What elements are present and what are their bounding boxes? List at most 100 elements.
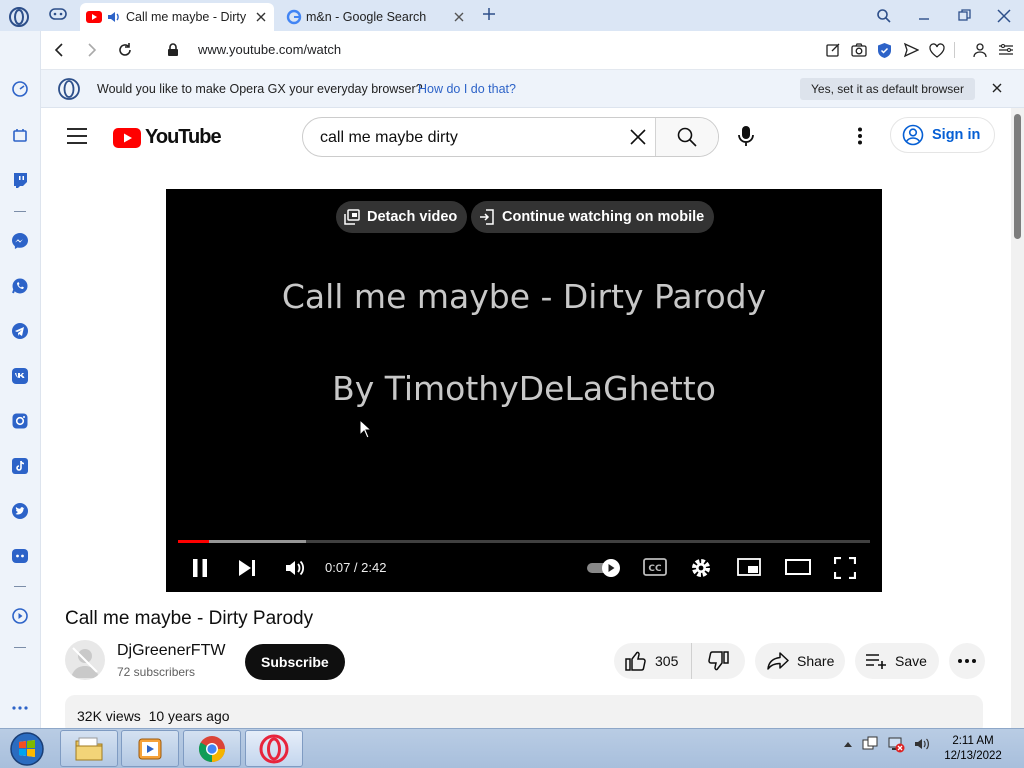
- instagram-icon[interactable]: [10, 411, 30, 431]
- save-button[interactable]: Save: [855, 643, 939, 679]
- progress-bar[interactable]: [178, 540, 870, 543]
- start-button[interactable]: [4, 730, 50, 768]
- youtube-logo[interactable]: YouTube: [113, 126, 222, 149]
- volume-button[interactable]: [284, 557, 306, 579]
- thumbs-up-icon: [625, 651, 646, 671]
- mouse-cursor-icon: [359, 419, 373, 439]
- close-infobar-icon[interactable]: [991, 82, 1003, 94]
- captions-button[interactable]: CC: [643, 557, 667, 577]
- clock[interactable]: 2:11 AM 12/13/2022: [940, 734, 1006, 764]
- minimize-icon[interactable]: [904, 0, 944, 31]
- shield-icon[interactable]: [876, 40, 893, 60]
- opera-icon[interactable]: [245, 730, 303, 767]
- speaker-icon[interactable]: [106, 9, 122, 25]
- reload-icon[interactable]: [115, 40, 135, 60]
- gx-corner-icon[interactable]: [10, 125, 30, 145]
- subscriber-count: 72 subscribers: [117, 665, 196, 679]
- pause-button[interactable]: [190, 557, 210, 579]
- description-box[interactable]: 32K views 10 years ago: [65, 695, 983, 728]
- like-dislike-group: 305: [614, 643, 745, 679]
- sign-in-button[interactable]: Sign in: [890, 117, 996, 153]
- page-scrollbar[interactable]: [1011, 108, 1024, 728]
- heart-icon[interactable]: [928, 40, 945, 60]
- dislike-button[interactable]: [692, 651, 744, 671]
- whatsapp-icon[interactable]: [10, 276, 30, 296]
- hamburger-menu-icon[interactable]: [67, 128, 87, 144]
- search-box[interactable]: call me maybe dirty: [302, 117, 719, 157]
- settings-button[interactable]: [690, 557, 712, 579]
- fullscreen-button[interactable]: [834, 557, 856, 579]
- explorer-icon[interactable]: [60, 730, 118, 767]
- more-actions-button[interactable]: [949, 643, 985, 679]
- send-icon[interactable]: [902, 40, 919, 60]
- back-icon[interactable]: [49, 40, 69, 60]
- speed-dial-icon[interactable]: [10, 79, 30, 99]
- share-button[interactable]: Share: [755, 643, 845, 679]
- microphone-icon[interactable]: [735, 125, 757, 147]
- profile-icon[interactable]: [971, 40, 988, 60]
- more-icon[interactable]: [10, 698, 30, 718]
- network-icon[interactable]: [887, 735, 905, 753]
- like-count: 305: [655, 653, 679, 669]
- gamepad-icon[interactable]: [48, 6, 70, 24]
- miniplayer-button[interactable]: [737, 557, 761, 577]
- clock-time: 2:11 AM: [952, 735, 994, 747]
- new-tab-icon[interactable]: [481, 6, 497, 22]
- pause-icon: [193, 559, 207, 577]
- easy-setup-icon[interactable]: [824, 40, 841, 60]
- continue-mobile-button[interactable]: Continue watching on mobile: [471, 201, 715, 233]
- autoplay-toggle[interactable]: [585, 557, 623, 579]
- player-icon[interactable]: [10, 606, 30, 626]
- video-player[interactable]: Detach video Continue watching on mobile…: [166, 189, 882, 592]
- telegram-icon[interactable]: [10, 321, 30, 341]
- easy-setup-menu-icon[interactable]: [997, 40, 1014, 60]
- twitter-icon[interactable]: [10, 501, 30, 521]
- chrome-icon[interactable]: [183, 730, 241, 767]
- detach-label: Detach video: [367, 209, 458, 225]
- search-tabs-icon[interactable]: [864, 0, 904, 31]
- tab-youtube[interactable]: Call me maybe - Dirty P: [80, 3, 274, 31]
- forward-icon[interactable]: [82, 40, 102, 60]
- like-button[interactable]: 305: [614, 643, 692, 679]
- youtube-icon: [86, 11, 102, 23]
- opera-menu-icon[interactable]: [8, 6, 30, 28]
- detach-video-button[interactable]: Detach video: [336, 201, 468, 233]
- lock-icon[interactable]: [163, 40, 183, 60]
- action-center-icon[interactable]: [861, 735, 879, 753]
- settings-menu-icon[interactable]: [857, 127, 863, 145]
- next-button[interactable]: [237, 557, 257, 579]
- how-link[interactable]: How do I do that?: [418, 82, 516, 96]
- share-icon: [767, 652, 789, 670]
- continue-mobile-label: Continue watching on mobile: [502, 209, 705, 225]
- restore-icon[interactable]: [944, 0, 984, 31]
- search-button[interactable]: [655, 118, 718, 156]
- svg-text:CC: CC: [648, 564, 662, 574]
- tab-title: Call me maybe - Dirty P: [126, 10, 248, 24]
- close-tab-icon[interactable]: [452, 10, 466, 24]
- camera-icon[interactable]: [850, 40, 867, 60]
- tab-google[interactable]: m&n - Google Search: [280, 3, 472, 31]
- opera-sidebar: [0, 31, 41, 728]
- vk-icon[interactable]: [10, 366, 30, 386]
- volume-tray-icon[interactable]: [913, 735, 931, 753]
- channel-name[interactable]: DjGreenerFTW: [117, 642, 225, 660]
- scrollbar-thumb[interactable]: [1014, 114, 1021, 239]
- twitch-icon[interactable]: [10, 170, 30, 190]
- subscribe-button[interactable]: Subscribe: [245, 644, 345, 680]
- close-tab-icon[interactable]: [254, 10, 268, 24]
- discord-icon[interactable]: [10, 546, 30, 566]
- url-field[interactable]: www.youtube.com/watch: [198, 42, 341, 57]
- save-label: Save: [895, 653, 927, 669]
- media-player-icon[interactable]: [121, 730, 179, 767]
- youtube-page: YouTube call me maybe dirty Sign in Deta…: [41, 108, 1011, 728]
- show-hidden-icons-icon[interactable]: [843, 740, 853, 748]
- close-window-icon[interactable]: [984, 0, 1024, 31]
- search-input[interactable]: call me maybe dirty: [320, 129, 458, 147]
- set-default-button[interactable]: Yes, set it as default browser: [800, 78, 975, 100]
- avatar-icon: [71, 647, 99, 678]
- theater-mode-button[interactable]: [785, 557, 811, 577]
- messenger-icon[interactable]: [10, 231, 30, 251]
- tiktok-icon[interactable]: [10, 456, 30, 476]
- channel-avatar[interactable]: [65, 640, 105, 680]
- clear-search-icon[interactable]: [630, 129, 646, 145]
